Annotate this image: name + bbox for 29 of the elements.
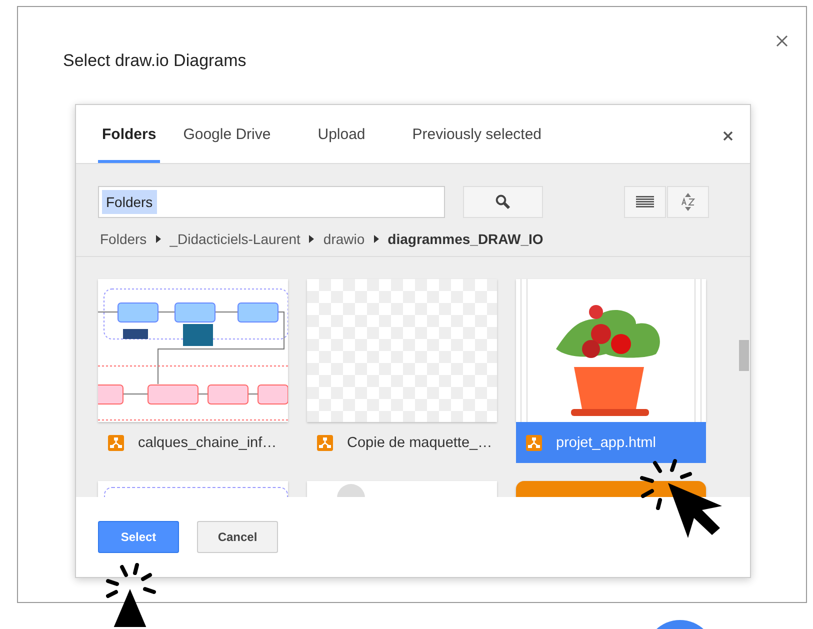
drawio-file-icon <box>317 434 333 450</box>
search-button[interactable] <box>463 186 543 218</box>
breadcrumb-link[interactable]: diagrammes_DRAW_IO <box>388 231 544 247</box>
caret-icon <box>309 235 314 243</box>
caret-icon <box>374 235 379 243</box>
close-icon[interactable] <box>723 131 733 141</box>
close-icon[interactable] <box>776 35 788 47</box>
drawio-file-icon <box>108 434 124 450</box>
sort-icon <box>681 193 695 211</box>
list-icon <box>636 196 654 208</box>
tab[interactable]: Google Drive <box>180 105 295 163</box>
file-name: Copie de maquette_… <box>347 434 492 450</box>
dialog-title: Select draw.io Diagrams <box>63 51 246 72</box>
list-view-button[interactable] <box>624 186 666 218</box>
file-name: projet_app.html <box>556 434 656 450</box>
tab[interactable]: Upload <box>314 105 390 163</box>
breadcrumb-link[interactable]: _Didacticiels-Laurent <box>170 231 300 247</box>
caret-icon <box>156 235 161 243</box>
drawio-file-icon <box>526 434 542 450</box>
breadcrumb-link[interactable]: drawio <box>323 231 365 247</box>
file-name: calques_chaine_inf… <box>138 434 277 450</box>
breadcrumb-link[interactable]: Folders <box>100 231 147 247</box>
tab[interactable]: Previously selected <box>409 105 566 163</box>
scrollbar-thumb[interactable] <box>739 340 749 371</box>
search-field[interactable]: Folders <box>98 186 445 218</box>
sort-button[interactable] <box>667 186 709 218</box>
search-icon <box>495 194 511 210</box>
cancel-button[interactable]: Cancel <box>197 521 278 553</box>
click-cursor-icon <box>106 563 156 627</box>
